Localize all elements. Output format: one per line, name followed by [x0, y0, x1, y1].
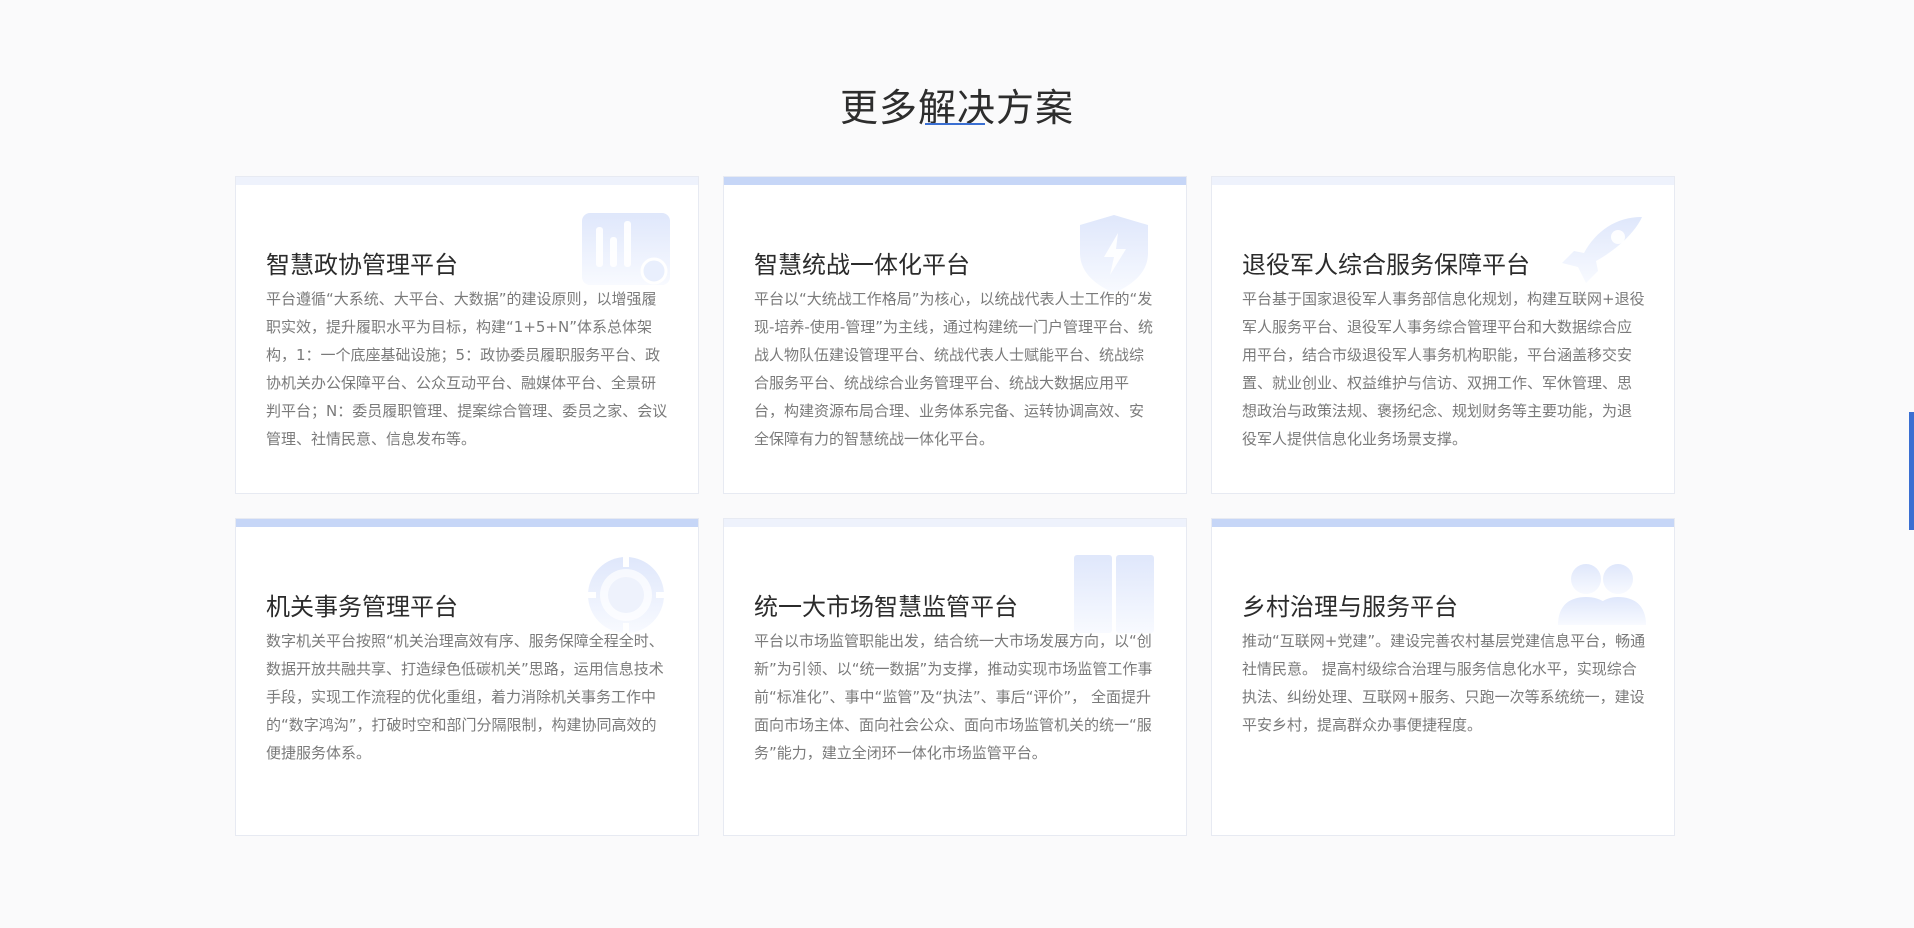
card-description: 平台以“大统战工作格局”为核心，以统战代表人士工作的“发现-培养-使用-管理”为… [754, 290, 1154, 448]
card-title: 机关事务管理平台 [266, 593, 458, 621]
card-top-bar [1212, 177, 1674, 185]
chart-board-icon [582, 213, 670, 285]
card-top-bar [236, 177, 698, 185]
solution-card[interactable]: 统一大市场智慧监管平台 平台以市场监管职能出发，结合统一大市场发展方向，以“创新… [723, 518, 1187, 836]
rocket-icon [1562, 217, 1642, 283]
card-description: 平台遵循“大系统、大平台、大数据”的建设原则，以增强履职实效，提升履职水平为目标… [266, 290, 668, 448]
card-title: 乡村治理与服务平台 [1242, 593, 1458, 621]
card-title: 统一大市场智慧监管平台 [754, 593, 1018, 621]
book-icon [1074, 555, 1154, 633]
card-description: 平台基于国家退役军人事务部信息化规划，构建互联网+退役军人服务平台、退役军人事务… [1242, 290, 1645, 448]
solution-card[interactable]: 智慧统战一体化平台 平台以“大统战工作格局”为核心，以统战代表人士工作的“发现-… [723, 176, 1187, 494]
target-icon [584, 555, 668, 635]
solutions-grid: 智慧政协管理平台 平台遵循“大系统、大平台、大数据”的建设原则，以增强履职实效，… [235, 176, 1675, 836]
solution-card[interactable]: 智慧政协管理平台 平台遵循“大系统、大平台、大数据”的建设原则，以增强履职实效，… [235, 176, 699, 494]
card-description: 数字机关平台按照“机关治理高效有序、服务保障全程全时、数据开放共融共享、打造绿色… [266, 632, 664, 762]
title-underline [925, 123, 985, 125]
card-description: 推动“互联网+党建”。建设完善农村基层党建信息平台，畅通社情民意。 提高村级综合… [1242, 632, 1646, 734]
card-description: 平台以市场监管职能出发，结合统一大市场发展方向，以“创新”为引领、以“统一数据”… [754, 632, 1153, 762]
users-icon [1558, 564, 1646, 625]
card-top-bar [1212, 519, 1674, 527]
solution-card[interactable]: 机关事务管理平台 数字机关平台按照“机关治理高效有序、服务保障全程全时、数据开放… [235, 518, 699, 836]
solution-card[interactable]: 乡村治理与服务平台 推动“互联网+党建”。建设完善农村基层党建信息平台，畅通社情… [1211, 518, 1675, 836]
shield-bolt-icon [1080, 215, 1148, 293]
card-top-bar [724, 519, 1186, 527]
solution-card[interactable]: 退役军人综合服务保障平台 平台基于国家退役军人事务部信息化规划，构建互联网+退役… [1211, 176, 1675, 494]
card-title: 退役军人综合服务保障平台 [1242, 251, 1530, 279]
card-top-bar [724, 177, 1186, 185]
card-top-bar [236, 519, 698, 527]
card-title: 智慧统战一体化平台 [754, 251, 970, 279]
side-float-tab[interactable] [1909, 412, 1914, 530]
card-title: 智慧政协管理平台 [266, 251, 458, 279]
